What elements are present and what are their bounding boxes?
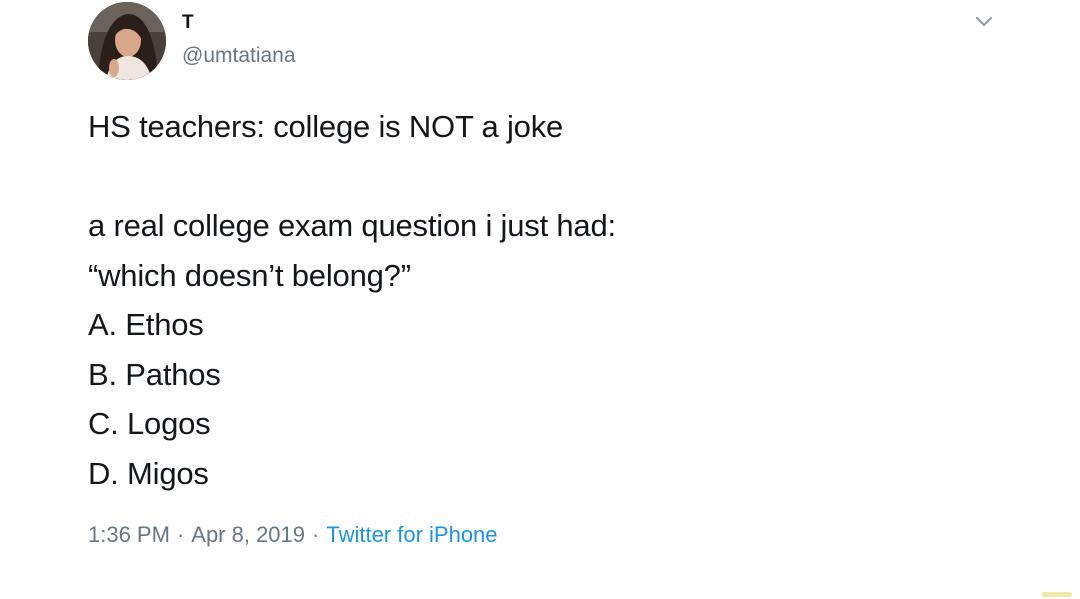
- meta-separator: ·: [176, 522, 185, 547]
- tweet-time[interactable]: 1:36 PM: [88, 522, 170, 547]
- avatar[interactable]: [88, 2, 166, 80]
- tweet-text: HS teachers: college is NOT a joke a rea…: [88, 102, 988, 498]
- profile-photo: [88, 2, 166, 80]
- tweet-line: HS teachers: college is NOT a joke: [88, 109, 564, 144]
- meta-separator: ·: [312, 522, 320, 547]
- tweet-line: a real college exam question i just had:: [88, 208, 616, 243]
- tweet-meta: 1:36 PM · Apr 8, 2019 · Twitter for iPhone: [88, 522, 498, 548]
- tweet-date[interactable]: Apr 8, 2019: [191, 522, 305, 547]
- answer-option-c: C. Logos: [88, 406, 211, 441]
- watermark-strip: [1042, 592, 1072, 597]
- chevron-down-icon[interactable]: [972, 10, 996, 34]
- tweet-line: “which doesn’t belong?”: [88, 257, 411, 293]
- answer-option-b: B. Pathos: [88, 356, 221, 392]
- answer-option-d: D. Migos: [88, 455, 209, 491]
- tweet-card: T @umtatiana HS teachers: college is NOT…: [0, 0, 1080, 599]
- display-name[interactable]: T: [182, 12, 194, 34]
- tweet-source-link[interactable]: Twitter for iPhone: [326, 522, 497, 547]
- answer-option-a: A. Ethos: [88, 307, 204, 342]
- user-handle[interactable]: @umtatiana: [182, 44, 296, 68]
